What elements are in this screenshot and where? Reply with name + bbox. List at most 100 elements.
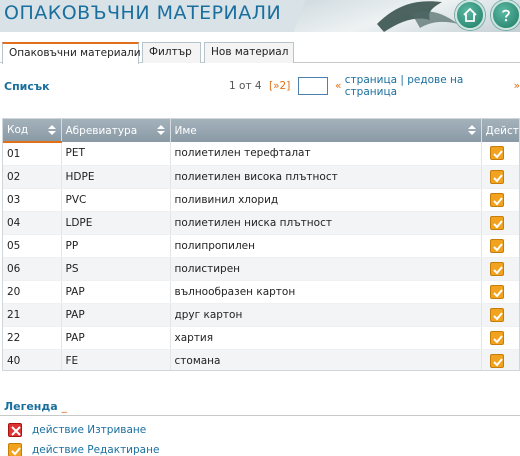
tab-new-material[interactable]: Нов материал	[204, 42, 294, 63]
cell-action	[481, 211, 519, 235]
edit-icon[interactable]	[489, 307, 504, 322]
tab-bar: Опаковъчни материали Филтър Нов материал	[0, 42, 520, 64]
cell-name: полиетилен висока плътност	[170, 165, 482, 189]
cell-abbr: LDPE	[61, 211, 171, 235]
edit-icon[interactable]	[489, 146, 504, 161]
pager-links[interactable]: « страница | редове на страница »	[335, 74, 520, 98]
cell-name: стомана	[170, 349, 482, 370]
sort-icon	[47, 125, 56, 135]
edit-icon	[8, 443, 22, 456]
cell-code: 40	[3, 349, 62, 370]
cell-name: вълнообразен картон	[170, 280, 482, 304]
cell-abbr: PVC	[61, 188, 171, 212]
cell-name: поливинил хлорид	[170, 188, 482, 212]
cell-abbr: PAP	[61, 280, 171, 304]
cell-abbr: FE	[61, 349, 171, 370]
cell-abbr: PET	[61, 142, 171, 166]
cell-name: хартия	[170, 326, 482, 350]
table-row[interactable]: 40 FE стомана	[3, 349, 519, 370]
edit-icon[interactable]	[489, 238, 504, 253]
column-header-action-label: Действие	[485, 124, 520, 137]
tab-filter[interactable]: Филтър	[142, 42, 201, 63]
cell-action	[481, 142, 519, 166]
table-body: 01 PET полиетилен терефталат 02 HDPE полиетил…	[3, 142, 519, 370]
legend-item-delete-label: действие Изтриване	[32, 424, 147, 436]
column-header-abbr[interactable]: Абревиатура	[61, 119, 171, 142]
cell-action	[481, 326, 519, 350]
pager-next-link[interactable]: [»2]	[269, 78, 290, 94]
materials-table: Код Абревиатура Име Действие 01PETполиет…	[2, 118, 520, 371]
help-button[interactable]	[491, 0, 520, 30]
table-row[interactable]: 04 LDPE полиетилен ниска плътност	[3, 211, 519, 235]
list-label: Списък	[4, 80, 50, 93]
legend-item-edit-label: действие Редактиране	[32, 444, 160, 456]
edit-icon[interactable]	[489, 215, 504, 230]
edit-icon[interactable]	[489, 169, 504, 184]
cell-action	[481, 280, 519, 304]
table-row[interactable]: 20 PAP вълнообразен картон	[3, 280, 519, 304]
cell-code: 04	[3, 211, 62, 235]
legend-item-delete: действие Изтриване	[8, 422, 146, 438]
column-header-action: Действие	[481, 119, 520, 142]
pager-prev-arrow: «	[335, 80, 342, 92]
cell-code: 20	[3, 280, 62, 304]
tab-packaging-materials[interactable]: Опаковъчни материали	[2, 42, 141, 64]
home-icon	[463, 7, 477, 22]
table-row[interactable]: 22 PAP хартия	[3, 326, 519, 350]
cell-code: 21	[3, 303, 62, 327]
cell-abbr: HDPE	[61, 165, 171, 189]
cell-action	[481, 234, 519, 258]
legend-item-edit: действие Редактиране	[8, 442, 159, 456]
legend-title: Легенда _	[4, 400, 67, 413]
table-row[interactable]: 01 PET полиетилен терефталат	[3, 142, 519, 166]
cell-code: 03	[3, 188, 62, 212]
cell-abbr: PS	[61, 257, 171, 281]
column-header-name-label: Име	[174, 124, 197, 137]
legend-title-text: Легенда	[4, 400, 58, 413]
cell-name: полипропилен	[170, 234, 482, 258]
cell-action	[481, 349, 519, 370]
sort-icon	[156, 125, 165, 135]
cell-code: 06	[3, 257, 62, 281]
table-row[interactable]: 03 PVC поливинил хлорид	[3, 188, 519, 212]
delete-icon	[8, 423, 22, 437]
edit-icon[interactable]	[489, 261, 504, 276]
edit-icon[interactable]	[489, 330, 504, 345]
table-row[interactable]: 21 PAP друг картон	[3, 303, 519, 327]
cell-action	[481, 165, 519, 189]
pager-count: 1 от 4	[229, 80, 262, 92]
table-row[interactable]: 06 PS полистирен	[3, 257, 519, 281]
edit-icon[interactable]	[489, 284, 504, 299]
home-button[interactable]	[455, 0, 485, 30]
cell-name: друг картон	[170, 303, 482, 327]
cell-abbr: PP	[61, 234, 171, 258]
column-header-name[interactable]: Име	[170, 119, 482, 142]
cell-action	[481, 257, 519, 281]
cell-code: 02	[3, 165, 62, 189]
cell-code: 05	[3, 234, 62, 258]
edit-icon[interactable]	[489, 192, 504, 207]
pager-links-text: страница | редове на страница	[344, 74, 464, 98]
table-row[interactable]: 05 PP полипропилен	[3, 234, 519, 258]
bird-logo	[377, 1, 458, 32]
table-header-row: Код Абревиатура Име Действие	[3, 119, 520, 143]
column-header-code[interactable]: Код	[3, 119, 62, 143]
cell-abbr: PAP	[61, 326, 171, 350]
column-header-code-label: Код	[7, 124, 29, 136]
cell-name: полиетилен терефталат	[170, 142, 482, 166]
pager-next-arrow: »	[513, 80, 520, 92]
table-row[interactable]: 02 HDPE полиетилен висока плътност	[3, 165, 519, 189]
help-icon	[502, 9, 510, 22]
cell-action	[481, 303, 519, 327]
app-header: ОПАКОВЪЧНИ МАТЕРИАЛИ	[0, 0, 520, 32]
legend-divider	[0, 415, 520, 416]
cell-code: 01	[3, 142, 62, 166]
page-number-input[interactable]	[298, 77, 328, 95]
edit-icon[interactable]	[489, 353, 504, 368]
sort-icon	[467, 125, 476, 135]
page-title: ОПАКОВЪЧНИ МАТЕРИАЛИ	[4, 2, 282, 24]
cell-name: полистирен	[170, 257, 482, 281]
legend-toggle[interactable]: _	[62, 400, 68, 413]
column-header-abbr-label: Абревиатура	[65, 124, 138, 137]
cell-abbr: PAP	[61, 303, 171, 327]
